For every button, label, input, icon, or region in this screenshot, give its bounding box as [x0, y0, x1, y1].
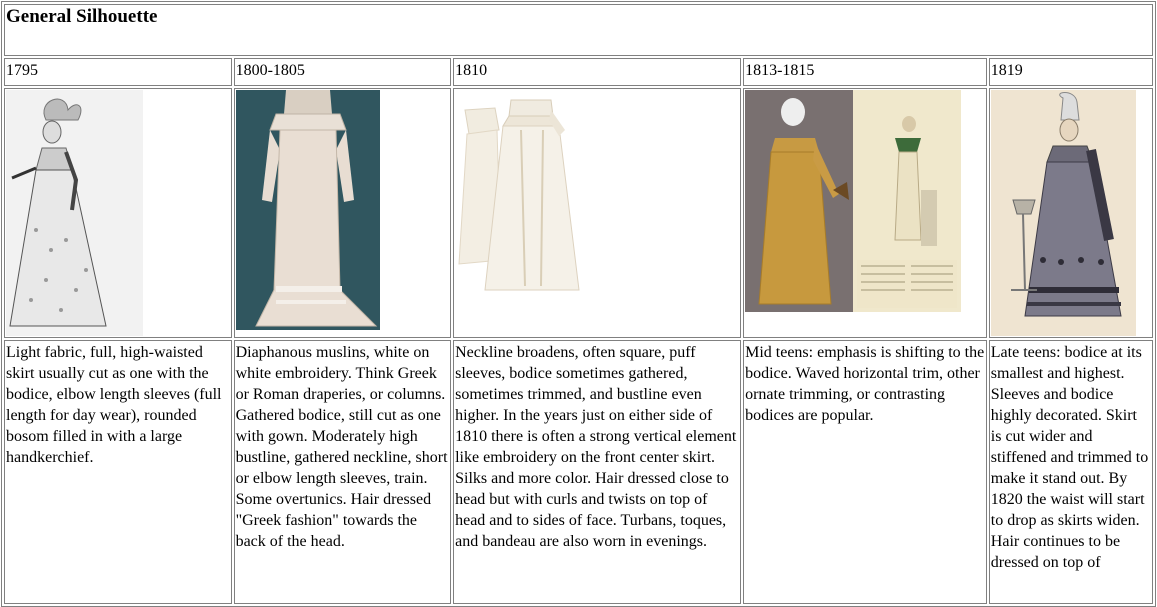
- year-cell: 1810: [453, 58, 742, 86]
- fashion-plate-1795-image: [6, 90, 143, 336]
- description-row: Light fabric, full, high-waisted skirt u…: [4, 340, 1153, 604]
- year-row: 1795 1800-1805 1810 1813-1815 1819: [4, 58, 1153, 86]
- image-cell: [233, 88, 452, 338]
- year-cell: 1813-1815: [743, 58, 987, 86]
- muslin-gown-1800-1805-image: [235, 90, 380, 330]
- year-cell: 1819: [988, 58, 1153, 86]
- silhouette-table: General Silhouette 1795 1800-1805 1810 1…: [1, 1, 1156, 607]
- image-cell: [743, 88, 987, 338]
- white-gown-1810-image: [455, 90, 582, 295]
- year-cell: 1795: [4, 58, 232, 86]
- title-row: General Silhouette: [4, 4, 1153, 56]
- year-cell: 1800-1805: [233, 58, 452, 86]
- page-title: General Silhouette: [4, 4, 1153, 56]
- fashion-plate-1819-image: [990, 90, 1136, 336]
- image-cell: [988, 88, 1153, 338]
- description-cell: Diaphanous muslins, white on white embro…: [233, 340, 452, 604]
- image-cell: [453, 88, 742, 338]
- description-cell: Light fabric, full, high-waisted skirt u…: [4, 340, 232, 604]
- gold-silk-gown-1813-1815-image: [745, 90, 962, 312]
- image-row: [4, 88, 1153, 338]
- description-cell: Mid teens: emphasis is shifting to the b…: [743, 340, 987, 604]
- description-cell: Neckline broadens, often square, puff sl…: [453, 340, 742, 604]
- image-cell: [4, 88, 232, 338]
- description-cell: Late teens: bodice at its smallest and h…: [988, 340, 1153, 604]
